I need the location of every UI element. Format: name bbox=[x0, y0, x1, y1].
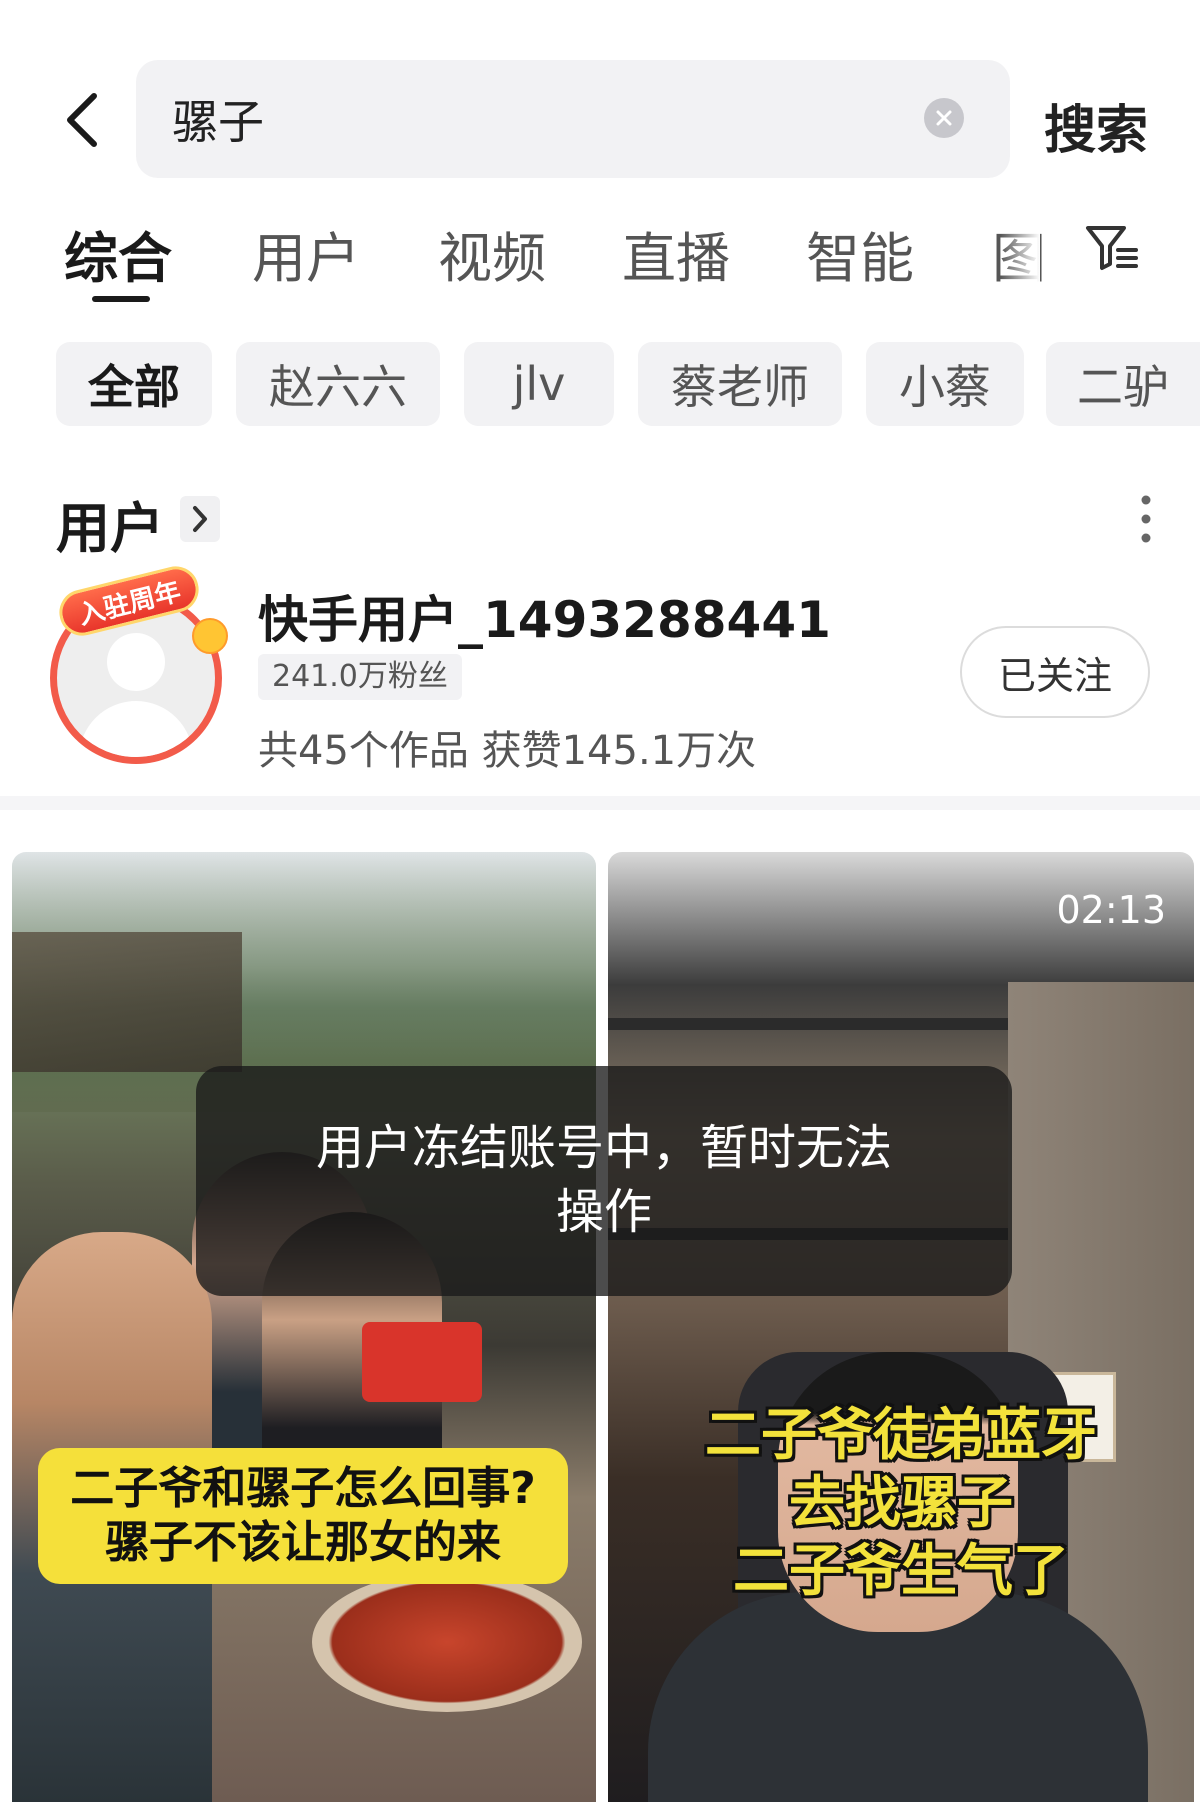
users-more-arrow[interactable] bbox=[180, 496, 220, 542]
chip-all[interactable]: 全部 bbox=[56, 342, 212, 426]
tab-fade bbox=[1000, 214, 1040, 294]
tab-live[interactable]: 直播 bbox=[622, 214, 730, 293]
search-input[interactable]: 骡子 bbox=[136, 60, 1010, 178]
category-tabs: 综合 用户 视频 直播 智能 图 bbox=[0, 214, 1200, 314]
tab-videos[interactable]: 视频 bbox=[438, 214, 546, 293]
avatar-body-shape bbox=[79, 701, 193, 757]
chevron-left-icon bbox=[67, 93, 97, 147]
fans-count-badge: 241.0万粉丝 bbox=[258, 654, 462, 700]
user-result-card[interactable]: 入驻周年 快手用户_1493288441 241.0万粉丝 共45个作品 获赞1… bbox=[0, 561, 1200, 774]
video-card[interactable]: 02:13 二子爷徒弟蓝牙 去找骡子 二子爷生气了 bbox=[608, 852, 1194, 1802]
clear-search-button[interactable] bbox=[924, 98, 964, 138]
video-thumbnail-shed bbox=[12, 932, 242, 1072]
user-name[interactable]: 快手用户_1493288441 bbox=[258, 580, 831, 652]
toast-line: 用户冻结账号中，暂时无法 bbox=[315, 1120, 892, 1176]
chip-keyword[interactable]: 二驴 bbox=[1046, 342, 1200, 426]
tab-ai[interactable]: 智能 bbox=[806, 214, 914, 293]
chip-keyword[interactable]: 蔡老师 bbox=[638, 342, 842, 426]
search-query-text: 骡子 bbox=[172, 95, 264, 149]
related-keyword-chips: 全部 赵六六 jlv 蔡老师 小蔡 二驴 bbox=[0, 342, 1200, 426]
search-button[interactable]: 搜索 bbox=[1044, 88, 1148, 163]
avatar[interactable]: 入驻周年 bbox=[46, 561, 228, 770]
video-thumbnail-stool bbox=[362, 1322, 482, 1402]
smile-emoji-icon bbox=[192, 618, 228, 654]
video-caption: 二子爷和骡子怎么回事? 骡子不该让那女的来 bbox=[38, 1462, 568, 1570]
chevron-right-icon bbox=[193, 506, 207, 532]
avatar-head-shape bbox=[107, 633, 165, 691]
users-section-header: 用户 bbox=[56, 484, 1156, 560]
toast-line: 操作 bbox=[555, 1184, 652, 1240]
video-caption-line: 去找骡子 bbox=[789, 1471, 1013, 1536]
video-card[interactable]: 二子爷和骡子怎么回事? 骡子不该让那女的来 bbox=[12, 852, 596, 1802]
section-divider bbox=[0, 796, 1200, 810]
chip-keyword[interactable]: 小蔡 bbox=[866, 342, 1024, 426]
toast-message: 用户冻结账号中，暂时无法 操作 bbox=[196, 1066, 1012, 1296]
chip-keyword[interactable]: jlv bbox=[464, 342, 614, 426]
close-icon bbox=[936, 110, 952, 126]
filter-button[interactable] bbox=[1084, 220, 1140, 280]
tab-all[interactable]: 综合 bbox=[64, 214, 172, 293]
video-caption-line: 骡子不该让那女的来 bbox=[105, 1517, 501, 1568]
following-button[interactable]: 已关注 bbox=[960, 626, 1150, 718]
video-caption-line: 二子爷生气了 bbox=[733, 1539, 1069, 1604]
user-stats: 共45个作品 获赞145.1万次 bbox=[258, 728, 757, 774]
video-caption-line: 二子爷徒弟蓝牙 bbox=[705, 1403, 1097, 1468]
video-caption: 二子爷徒弟蓝牙 去找骡子 二子爷生气了 bbox=[608, 1402, 1194, 1606]
back-button[interactable] bbox=[52, 88, 112, 152]
chip-keyword[interactable]: 赵六六 bbox=[236, 342, 440, 426]
more-options-button[interactable] bbox=[1136, 494, 1156, 544]
filter-icon bbox=[1086, 226, 1138, 270]
active-tab-indicator bbox=[92, 296, 150, 302]
toast-text: 用户冻结账号中，暂时无法 操作 bbox=[246, 1116, 962, 1244]
video-thumbnail-bowl bbox=[312, 1572, 582, 1712]
users-section-title[interactable]: 用户 bbox=[56, 484, 164, 563]
more-vertical-icon bbox=[1141, 495, 1151, 543]
tab-users[interactable]: 用户 bbox=[252, 214, 360, 293]
video-duration: 02:13 bbox=[1056, 888, 1166, 932]
video-caption-box: 二子爷和骡子怎么回事? 骡子不该让那女的来 bbox=[38, 1448, 568, 1584]
search-bar: 骡子 搜索 bbox=[0, 60, 1200, 180]
video-thumbnail-shelf bbox=[608, 1018, 1008, 1030]
video-caption-line: 二子爷和骡子怎么回事? bbox=[70, 1463, 536, 1514]
